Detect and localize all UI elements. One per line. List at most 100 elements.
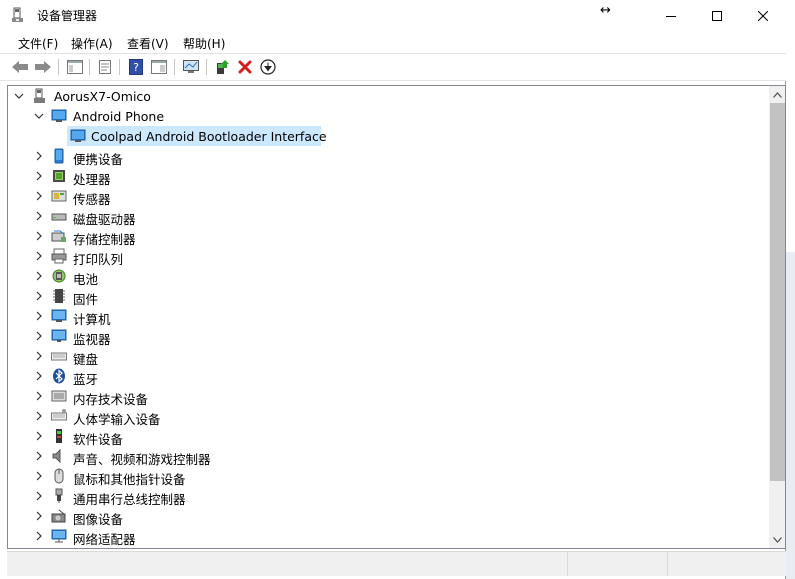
title-bar[interactable]: 设备管理器 ↔ <box>0 0 786 31</box>
tree-root-item[interactable]: AorusX7-Omico <box>8 86 768 106</box>
scan-hardware-icon[interactable] <box>182 58 200 76</box>
disk-drive-icon <box>51 208 67 224</box>
tree-category-item[interactable]: 软件设备 <box>8 426 768 447</box>
memory-device-icon <box>51 388 67 404</box>
tree-item-coolpad-bootloader[interactable]: Coolpad Android Bootloader Interface <box>8 126 768 146</box>
chevron-right-icon[interactable] <box>34 311 44 321</box>
toolbar-separator <box>89 59 90 75</box>
tree-category-item[interactable]: 人体学输入设备 <box>8 406 768 427</box>
android-phone-icon <box>51 108 67 124</box>
hid-icon <box>51 408 67 424</box>
maximize-icon <box>712 10 722 21</box>
network-adapter-icon <box>51 528 67 544</box>
chevron-right-icon[interactable] <box>34 211 44 221</box>
chevron-right-icon[interactable] <box>34 411 44 421</box>
tree-category-item[interactable]: 内存技术设备 <box>8 386 768 407</box>
chevron-right-icon[interactable] <box>34 471 44 481</box>
tree-category-item[interactable]: 图像设备 <box>8 506 768 527</box>
tree-item-android-phone[interactable]: Android Phone <box>8 106 768 126</box>
toolbar-separator <box>58 59 59 75</box>
toolbar-separator <box>174 59 175 75</box>
resize-cursor-icon: ↔ <box>600 3 611 18</box>
tree-item-label: Android Phone <box>73 109 165 124</box>
tree-category-item[interactable]: 监视器 <box>8 326 768 347</box>
tree-category-item[interactable]: 鼠标和其他指针设备 <box>8 466 768 487</box>
help-icon[interactable]: ? <box>127 58 145 76</box>
maximize-button[interactable] <box>694 0 740 31</box>
chevron-right-icon[interactable] <box>34 271 44 281</box>
back-arrow-icon[interactable] <box>11 58 29 76</box>
sensor-icon <box>51 188 67 204</box>
device-tree[interactable]: AorusX7-Omico Android Phone Coolpad Andr… <box>7 85 786 549</box>
status-bar <box>7 551 786 576</box>
tree-category-item[interactable]: 蓝牙 <box>8 366 768 387</box>
menu-view[interactable]: 查看(V) <box>127 35 169 52</box>
tree-category-item[interactable]: 存储控制器 <box>8 226 768 247</box>
uninstall-device-icon[interactable] <box>236 58 254 76</box>
tree-category-item[interactable]: 处理器 <box>8 166 768 187</box>
disable-device-icon[interactable] <box>259 58 277 76</box>
processor-icon <box>51 168 67 184</box>
chevron-down-icon[interactable] <box>34 111 44 121</box>
device-manager-window: 设备管理器 ↔ 文件(F) 操作(A) 查看(V) 帮助(H) ? AorusX… <box>0 0 786 579</box>
tree-category-item[interactable]: 磁盘驱动器 <box>8 206 768 227</box>
chevron-right-icon[interactable] <box>34 171 44 181</box>
tree-category-item[interactable]: 计算机 <box>8 306 768 327</box>
chevron-right-icon[interactable] <box>34 351 44 361</box>
tree-category-item[interactable]: 固件 <box>8 286 768 307</box>
svg-text:?: ? <box>133 61 139 74</box>
menu-file[interactable]: 文件(F) <box>18 35 58 52</box>
tree-category-item[interactable]: 键盘 <box>8 346 768 367</box>
chevron-right-icon[interactable] <box>34 331 44 341</box>
status-cell <box>567 552 668 576</box>
chevron-right-icon[interactable] <box>34 531 44 541</box>
menu-action[interactable]: 操作(A) <box>71 35 113 52</box>
tree-item-label: Coolpad Android Bootloader Interface <box>91 129 327 144</box>
tree-category-item[interactable]: 便携设备 <box>8 146 768 167</box>
status-cell <box>7 552 568 576</box>
toolbar-separator <box>206 59 207 75</box>
tree-category-item[interactable]: 电池 <box>8 266 768 287</box>
chevron-right-icon[interactable] <box>34 431 44 441</box>
tree-category-item[interactable]: 传感器 <box>8 186 768 207</box>
chevron-right-icon[interactable] <box>34 191 44 201</box>
action-pane-icon[interactable] <box>150 58 168 76</box>
printer-icon <box>51 248 67 264</box>
chevron-right-icon[interactable] <box>34 511 44 521</box>
device-manager-app-icon <box>10 7 26 23</box>
portable-device-icon <box>51 148 67 164</box>
tree-category-item[interactable]: 网络适配器 <box>8 526 768 547</box>
storage-controller-icon <box>51 228 67 244</box>
show-hide-console-tree-icon[interactable] <box>66 58 84 76</box>
chevron-right-icon[interactable] <box>34 291 44 301</box>
chevron-down-icon[interactable] <box>14 91 24 101</box>
mouse-icon <box>51 468 67 484</box>
chevron-right-icon[interactable] <box>34 251 44 261</box>
properties-icon[interactable] <box>96 58 114 76</box>
tree-category-item[interactable]: 打印队列 <box>8 246 768 267</box>
forward-arrow-icon[interactable] <box>34 58 52 76</box>
chevron-up-icon <box>773 91 782 98</box>
chevron-right-icon[interactable] <box>34 371 44 381</box>
chevron-right-icon[interactable] <box>34 491 44 501</box>
vertical-scrollbar[interactable] <box>769 86 785 548</box>
bluetooth-icon <box>51 368 67 384</box>
tree-item-label: 网络适配器 <box>73 532 136 547</box>
menu-help[interactable]: 帮助(H) <box>183 35 225 52</box>
minimize-button[interactable] <box>648 0 694 31</box>
chevron-right-icon[interactable] <box>34 231 44 241</box>
scroll-down-button[interactable] <box>769 531 785 548</box>
scroll-thumb[interactable] <box>770 103 785 481</box>
scroll-up-button[interactable] <box>769 86 785 103</box>
tree-category-item[interactable]: 声音、视频和游戏控制器 <box>8 446 768 467</box>
toolbar-separator <box>119 59 120 75</box>
chevron-right-icon[interactable] <box>34 391 44 401</box>
chevron-right-icon[interactable] <box>34 151 44 161</box>
sound-icon <box>51 448 67 464</box>
chevron-right-icon[interactable] <box>34 451 44 461</box>
keyboard-icon <box>51 348 67 364</box>
update-driver-icon[interactable] <box>213 58 231 76</box>
menu-bar: 文件(F) 操作(A) 查看(V) 帮助(H) <box>0 31 786 53</box>
close-button[interactable] <box>740 0 786 31</box>
tree-category-item[interactable]: 通用串行总线控制器 <box>8 486 768 507</box>
